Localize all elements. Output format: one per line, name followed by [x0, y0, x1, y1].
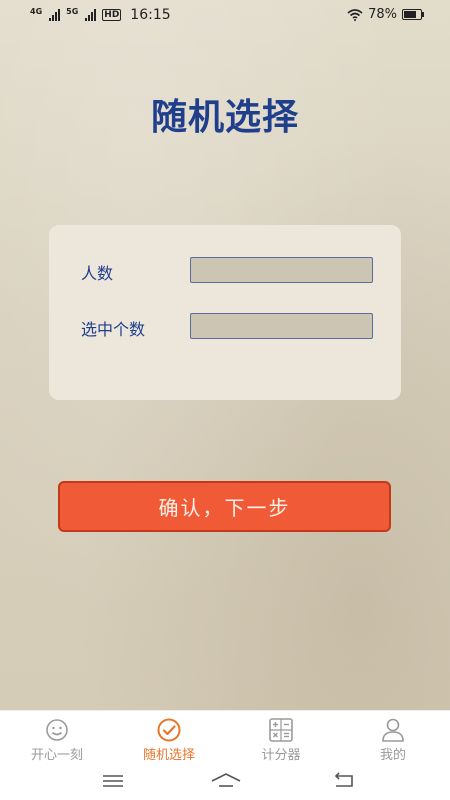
smile-face-icon	[46, 719, 68, 741]
status-bar: 4G 5G HD 16:15 78%	[0, 0, 450, 30]
user-icon	[382, 718, 404, 742]
back-icon[interactable]	[332, 771, 354, 791]
home-icon[interactable]	[210, 771, 242, 791]
page-title: 随机选择	[150, 97, 299, 138]
selected-count-input[interactable]	[190, 313, 373, 339]
confirm-next-button[interactable]: 确认，下一步	[58, 481, 391, 532]
signal-icon-2	[85, 9, 97, 21]
status-time: 16:15	[130, 7, 171, 23]
tab-random-select[interactable]: 随机选择	[124, 717, 214, 763]
tab-label: 开心一刻	[30, 748, 83, 763]
system-nav-bar	[0, 765, 450, 800]
wifi-icon	[347, 8, 363, 21]
network-4g-label: 4G	[30, 6, 43, 16]
battery-percent: 78%	[368, 7, 397, 22]
form-card: 人数 选中个数	[49, 225, 401, 400]
network-5g-label: 5G	[66, 6, 79, 16]
bottom-tab-bar: 开心一刻 随机选择 计分器 我的	[0, 710, 450, 766]
check-circle-icon	[157, 718, 181, 742]
people-count-input[interactable]	[190, 257, 373, 283]
tab-label: 计分器	[261, 748, 301, 763]
calculator-icon	[269, 718, 293, 742]
tab-jokes[interactable]: 开心一刻	[12, 717, 102, 763]
hd-badge: HD	[102, 9, 122, 21]
battery-icon	[402, 9, 424, 20]
signal-icon	[49, 9, 61, 21]
menu-icon[interactable]	[102, 771, 124, 791]
selected-count-label: 选中个数	[81, 320, 146, 339]
tab-mine[interactable]: 我的	[348, 717, 438, 763]
tab-label: 我的	[379, 748, 406, 763]
people-count-label: 人数	[81, 264, 114, 283]
tab-label: 随机选择	[142, 748, 195, 763]
tab-scorer[interactable]: 计分器	[236, 717, 326, 763]
status-right: 78%	[347, 7, 424, 22]
status-left: 4G 5G HD 16:15	[30, 6, 171, 24]
